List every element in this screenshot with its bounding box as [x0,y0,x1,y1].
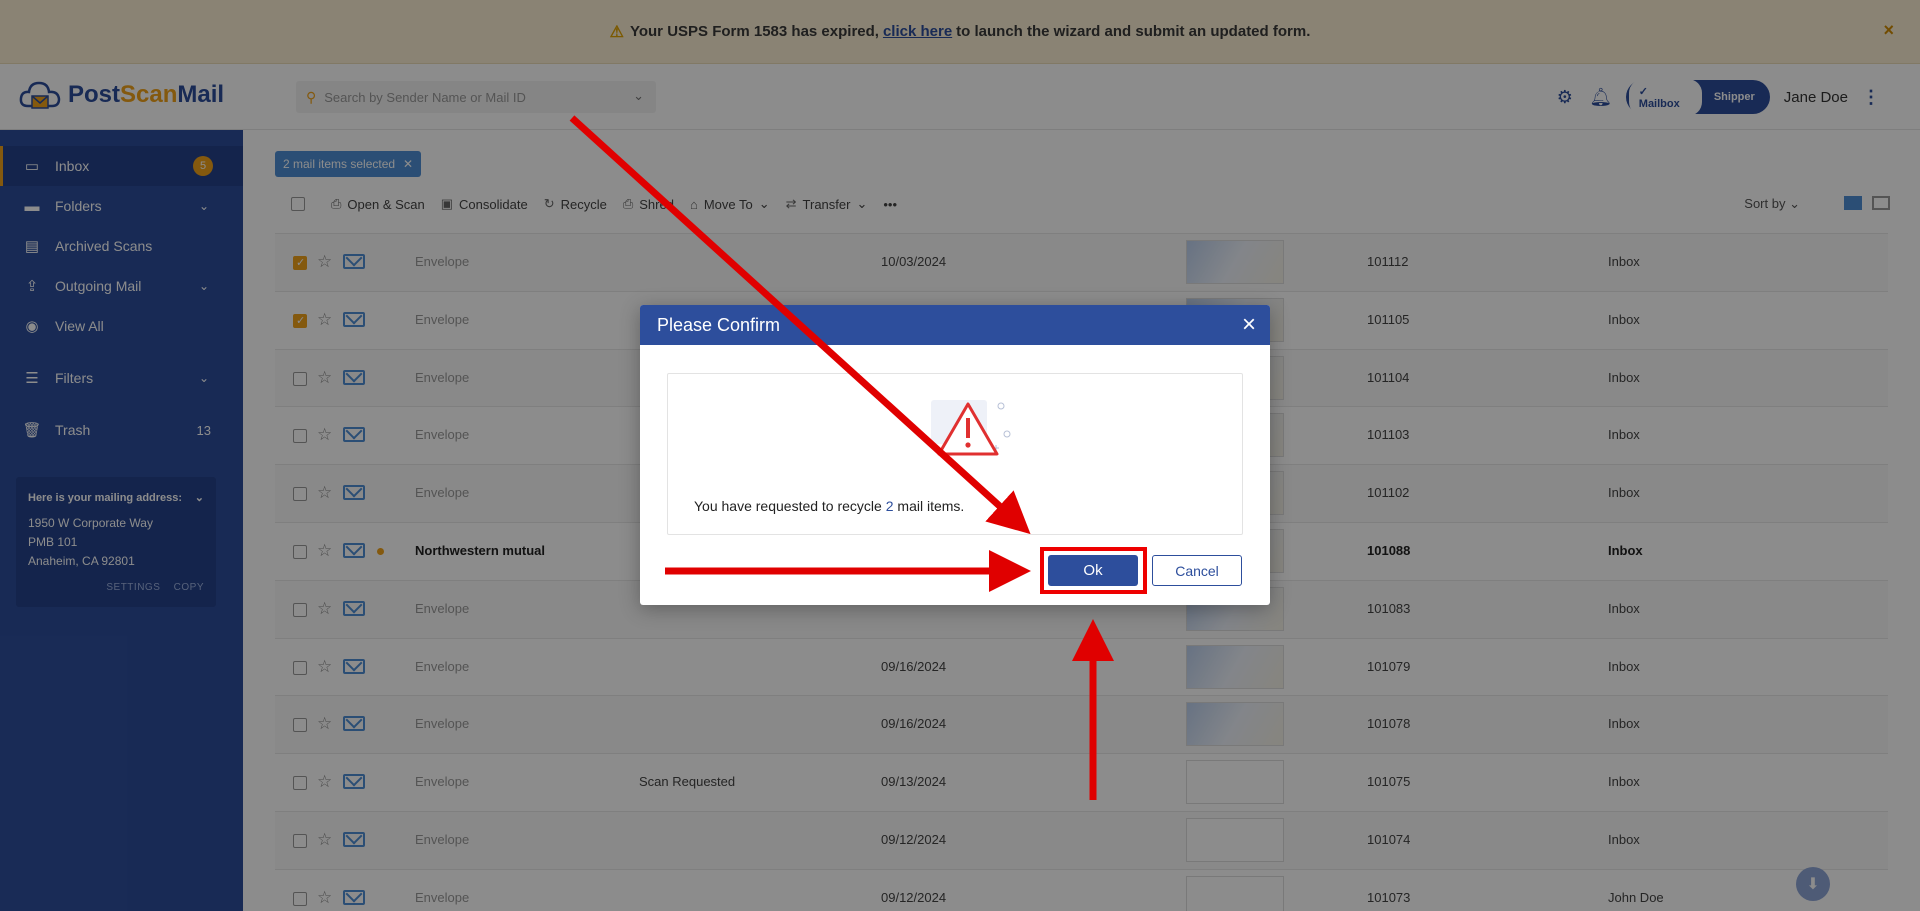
dialog-message: You have requested to recycle 2 mail ite… [694,498,964,514]
dialog-message-before: You have requested to recycle [694,498,882,514]
warning-triangle-icon [931,400,1011,456]
dialog-message-after: mail items. [897,498,965,514]
dialog-close-icon[interactable]: × [1242,311,1256,339]
dialog-message-count: 2 [885,498,894,514]
dialog-header: Please Confirm × [640,305,1270,345]
app-root: ⚠ Your USPS Form 1583 has expired, click… [0,0,1920,911]
dialog-body: You have requested to recycle 2 mail ite… [667,373,1243,535]
ok-button[interactable]: Ok [1048,555,1138,586]
confirm-dialog: Please Confirm × You have requested to r… [640,305,1270,605]
cancel-button[interactable]: Cancel [1152,555,1242,586]
dialog-title: Please Confirm [657,314,781,335]
